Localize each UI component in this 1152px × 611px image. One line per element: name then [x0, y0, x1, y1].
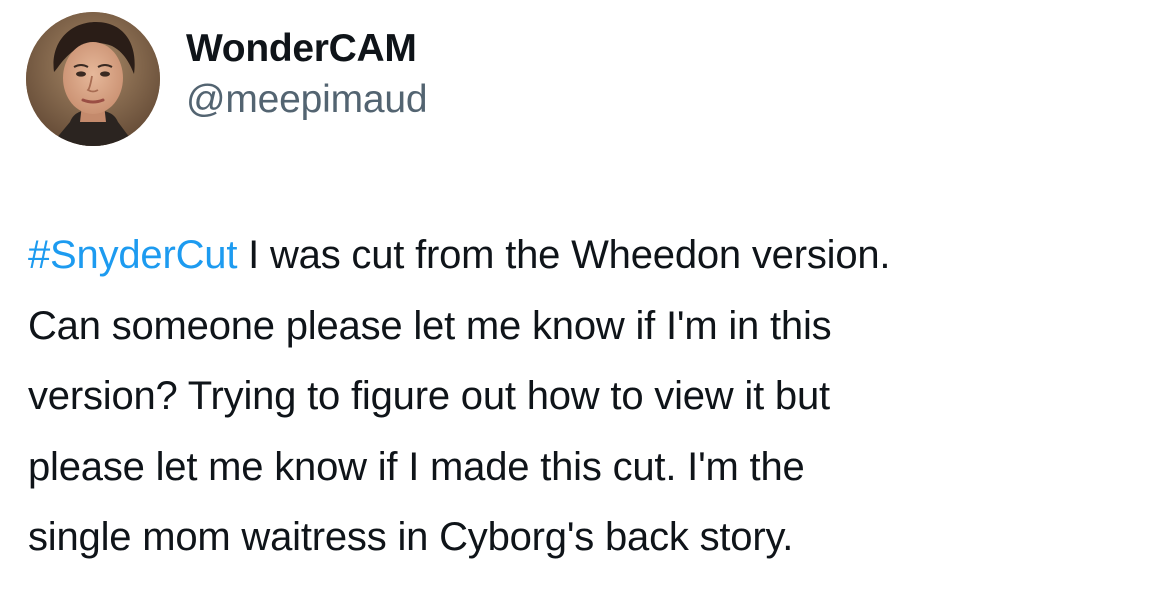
tweet-line-text: I was cut from the Wheedon version. [237, 233, 891, 277]
profile-photo-icon [26, 12, 160, 146]
tweet-text: #SnyderCut I was cut from the Wheedon ve… [28, 220, 1143, 573]
tweet-line-5: single mom waitress in Cyborg's back sto… [28, 515, 794, 559]
hashtag-link[interactable]: #SnyderCut [28, 233, 237, 277]
tweet-line-4: please let me know if I made this cut. I… [28, 444, 805, 489]
tweet-line-3: version? Trying to figure out how to vie… [28, 374, 830, 418]
tweet-line-2: Can someone please let me know if I'm in… [28, 303, 832, 348]
tweet-card: WonderCAM @meepimaud #SnyderCut I was cu… [0, 0, 1152, 611]
author-handle[interactable]: @meepimaud [186, 77, 428, 123]
tweet-header: WonderCAM @meepimaud [26, 12, 428, 146]
avatar[interactable] [26, 12, 160, 146]
author-display-name[interactable]: WonderCAM [186, 27, 427, 71]
tweet-line-1: #SnyderCut I was cut from the Wheedon ve… [28, 220, 1143, 291]
author-identity: WonderCAM @meepimaud [186, 27, 428, 123]
